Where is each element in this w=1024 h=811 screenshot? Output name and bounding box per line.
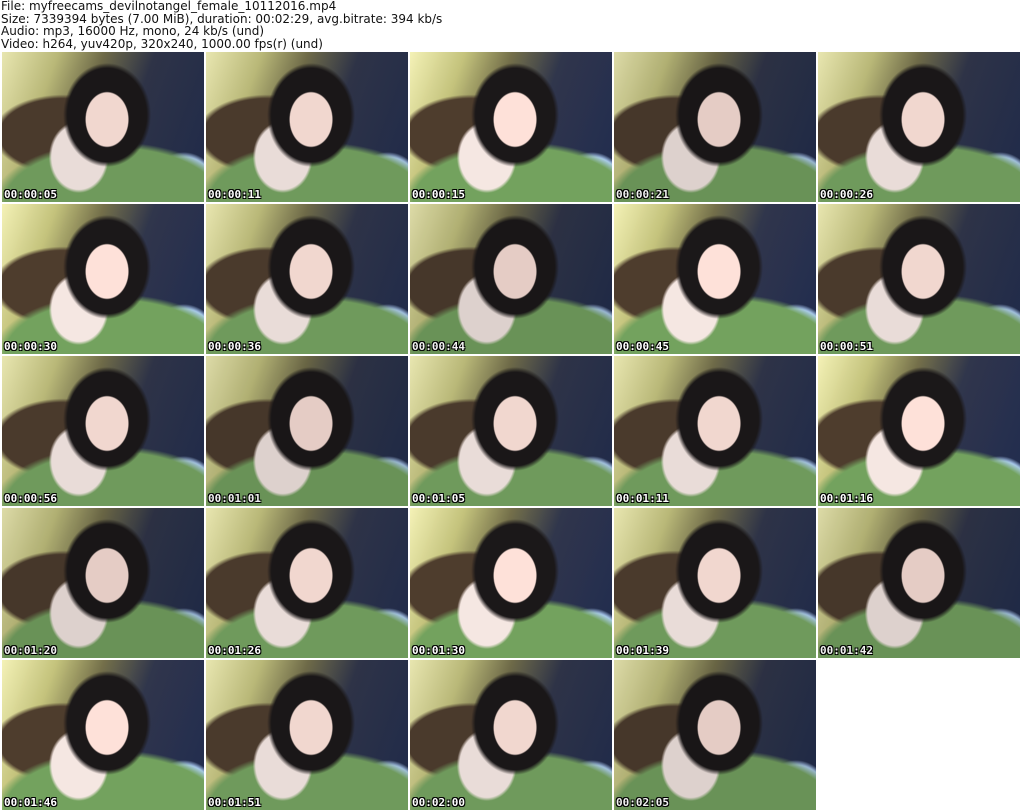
video-thumbnail: 00:01:51	[206, 660, 408, 810]
thumbnail-timestamp: 00:01:42	[820, 644, 873, 657]
thumbnail-timestamp: 00:00:56	[4, 492, 57, 505]
audio-info: Audio: mp3, 16000 Hz, mono, 24 kb/s (und…	[1, 24, 265, 38]
video-thumbnail: 00:00:30	[2, 204, 204, 354]
thumbnail-timestamp: 00:00:21	[616, 188, 669, 201]
thumbnail-grid: 00:00:05 00:00:11 00:00:15 00:00:21 00:00:26…	[2, 52, 1024, 810]
thumbnail-timestamp: 00:01:46	[4, 796, 57, 809]
thumbnail-timestamp: 00:00:45	[616, 340, 669, 353]
thumbnail-timestamp: 00:01:20	[4, 644, 57, 657]
thumbnail-timestamp: 00:00:05	[4, 188, 57, 201]
thumbnail-timestamp: 00:00:30	[4, 340, 57, 353]
video-thumbnail: 00:00:15	[410, 52, 612, 202]
video-thumbnail: 00:00:51	[818, 204, 1020, 354]
thumbnail-timestamp: 00:01:05	[412, 492, 465, 505]
thumbnail-timestamp: 00:00:11	[208, 188, 261, 201]
thumbnail-timestamp: 00:01:51	[208, 796, 261, 809]
video-thumbnail: 00:00:21	[614, 52, 816, 202]
video-thumbnail: 00:01:16	[818, 356, 1020, 506]
video-thumbnail: 00:00:05	[2, 52, 204, 202]
thumbnail-timestamp: 00:00:26	[820, 188, 873, 201]
thumbnail-timestamp: 00:00:44	[412, 340, 465, 353]
thumbnail-timestamp: 00:02:05	[616, 796, 669, 809]
video-info: Video: h264, yuv420p, 320x240, 1000.00 f…	[1, 36, 323, 51]
video-thumbnail: 00:00:44	[410, 204, 612, 354]
thumbnail-timestamp: 00:02:00	[412, 796, 465, 809]
thumbnail-timestamp: 00:01:11	[616, 492, 669, 505]
video-thumbnail: 00:00:11	[206, 52, 408, 202]
video-thumbnail: 00:01:26	[206, 508, 408, 658]
thumbnail-timestamp: 00:00:36	[208, 340, 261, 353]
video-thumbnail: 00:00:36	[206, 204, 408, 354]
video-thumbnail: 00:01:30	[410, 508, 612, 658]
thumbnail-timestamp: 00:01:16	[820, 492, 873, 505]
video-thumbnail: 00:00:56	[2, 356, 204, 506]
video-thumbnail: 00:00:26	[818, 52, 1020, 202]
thumbnail-timestamp: 00:00:51	[820, 340, 873, 353]
thumbnail-timestamp: 00:01:30	[412, 644, 465, 657]
video-thumbnail: 00:01:20	[2, 508, 204, 658]
thumbnail-timestamp: 00:00:15	[412, 188, 465, 201]
video-thumbnail: 00:00:45	[614, 204, 816, 354]
video-thumbnail: 00:01:11	[614, 356, 816, 506]
thumbnail-timestamp: 00:01:01	[208, 492, 261, 505]
video-thumbnail: 00:02:00	[410, 660, 612, 810]
video-thumbnail: 00:01:39	[614, 508, 816, 658]
file-info-header: File: myfreecams_devilnotangel_female_10…	[1, 0, 442, 50]
thumbnail-timestamp: 00:01:26	[208, 644, 261, 657]
video-thumbnail: 00:01:01	[206, 356, 408, 506]
video-thumbnail: 00:01:05	[410, 356, 612, 506]
video-thumbnail: 00:01:42	[818, 508, 1020, 658]
video-thumbnail: 00:01:46	[2, 660, 204, 810]
video-thumbnail: 00:02:05	[614, 660, 816, 810]
file-name: File: myfreecams_devilnotangel_female_10…	[1, 0, 337, 13]
thumbnail-timestamp: 00:01:39	[616, 644, 669, 657]
